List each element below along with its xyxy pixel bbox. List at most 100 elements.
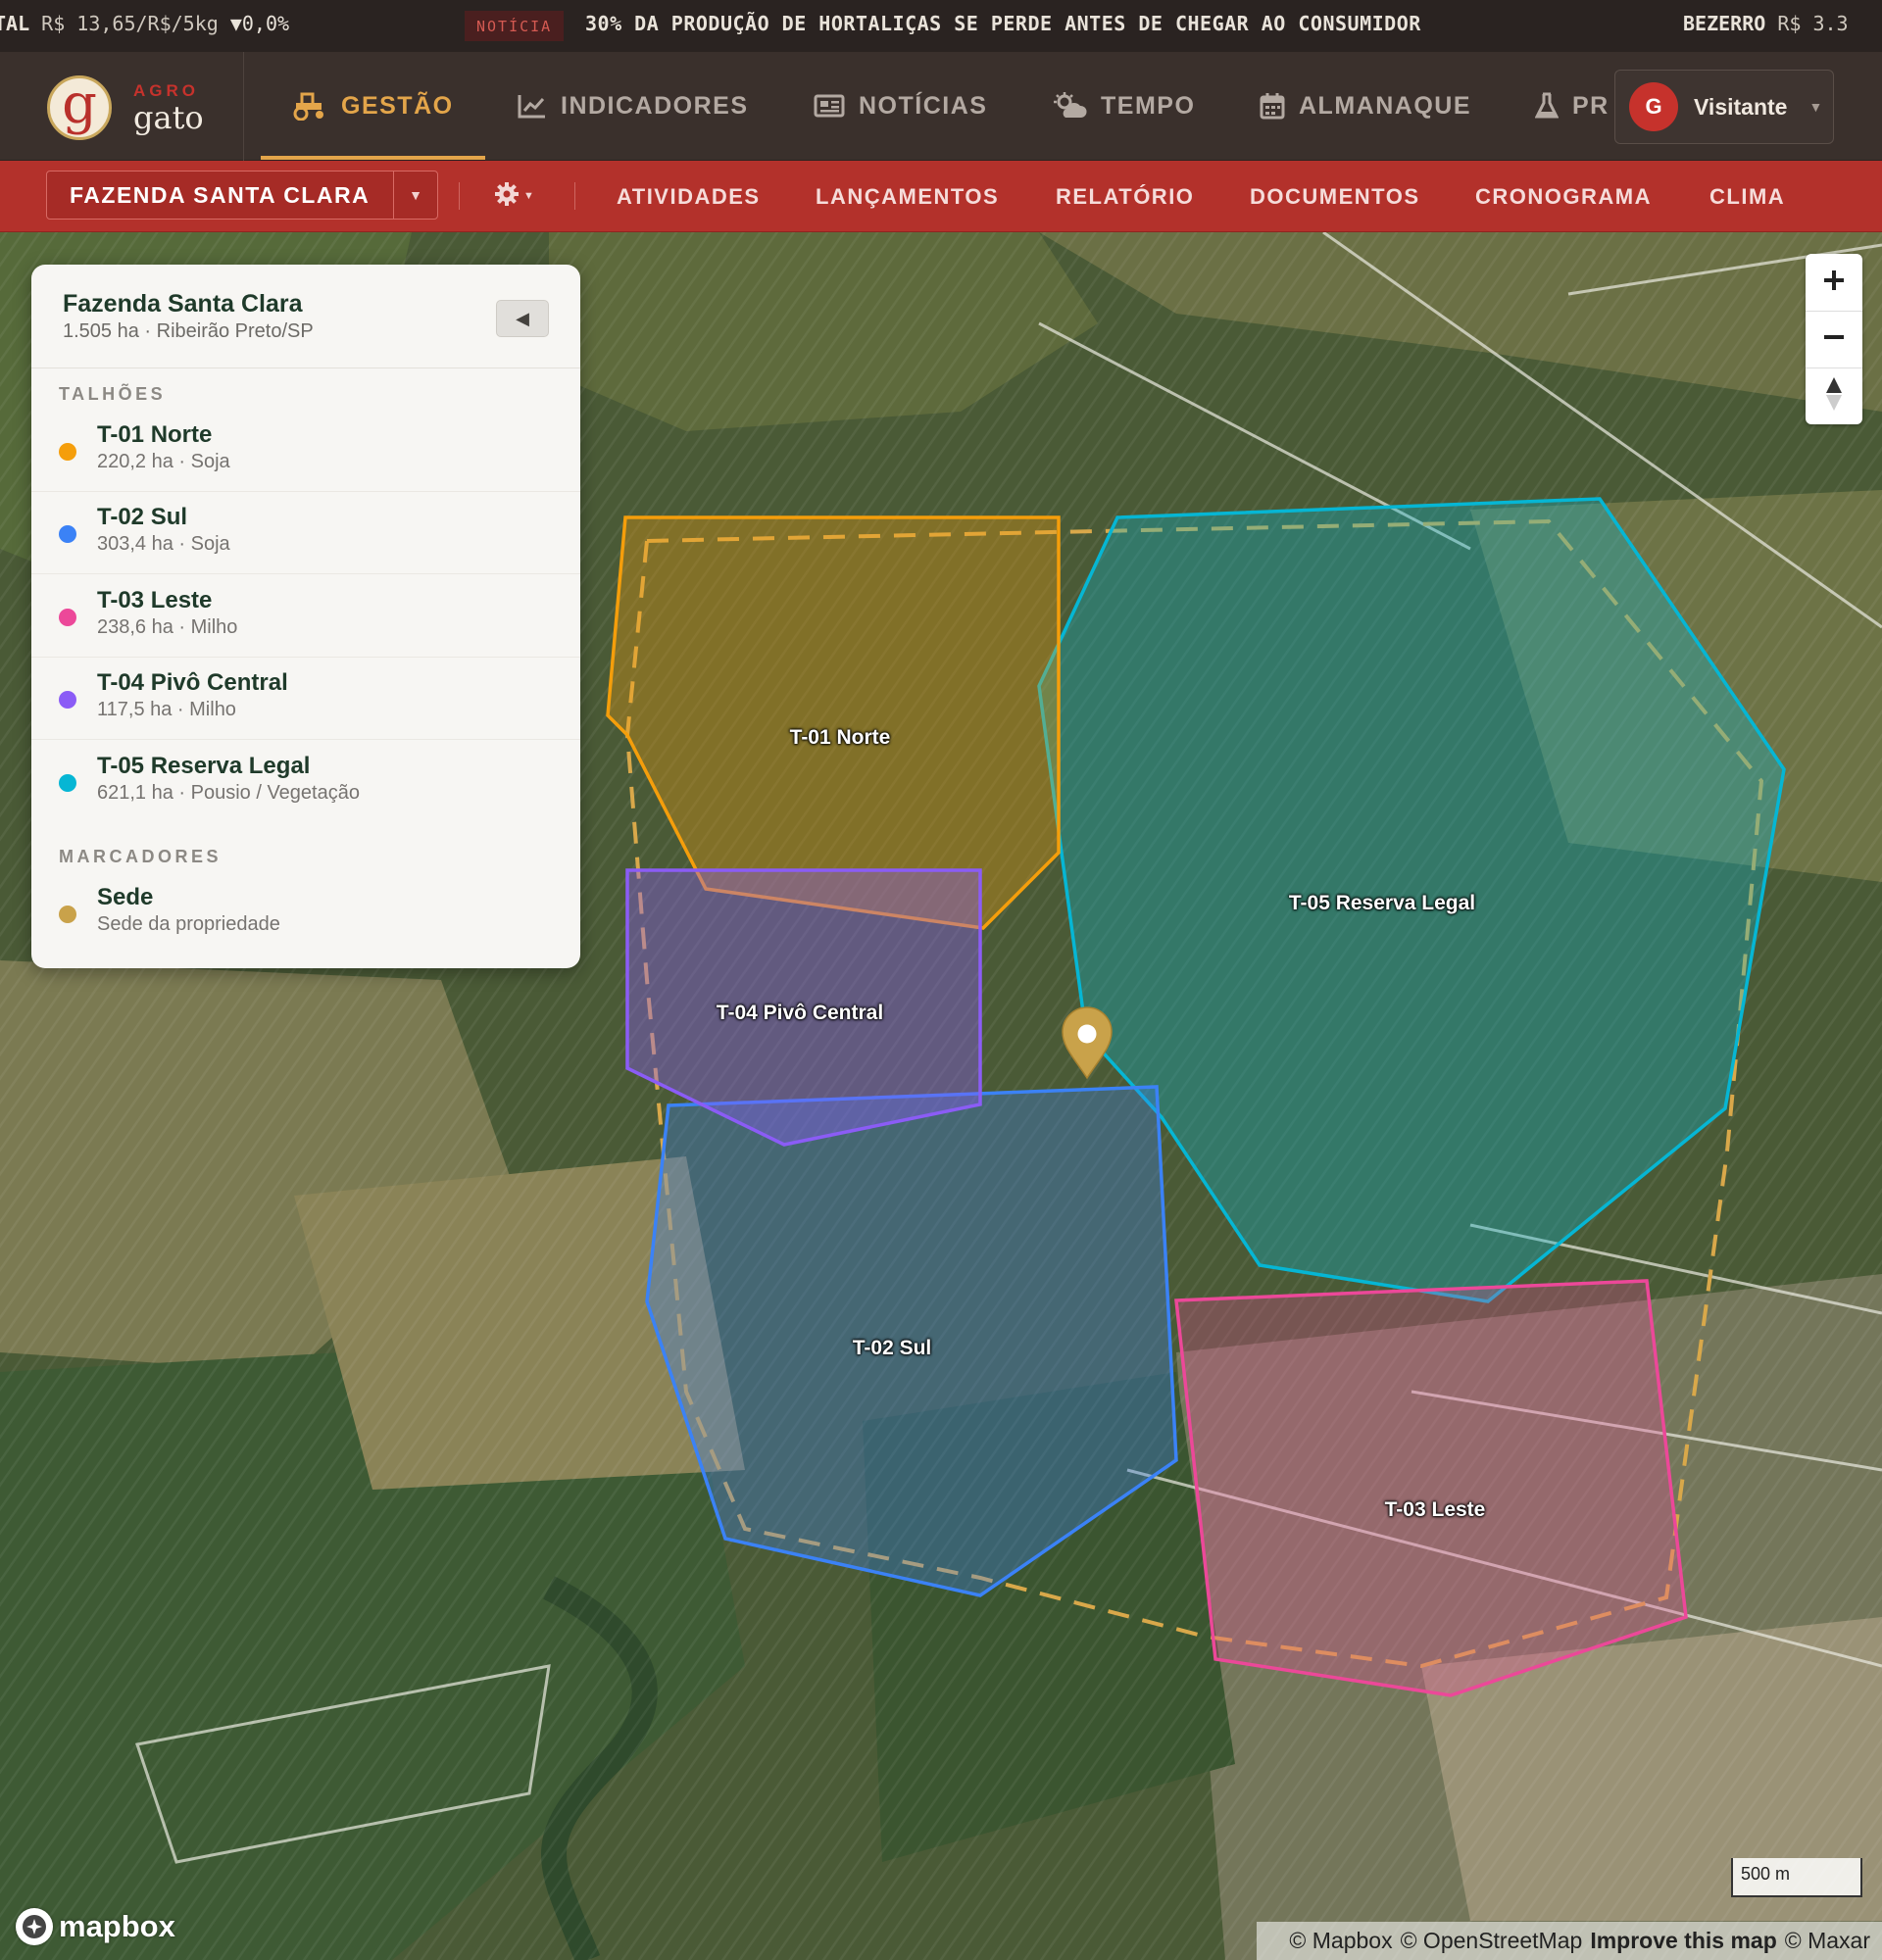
farm-select-value: FAZENDA SANTA CLARA bbox=[70, 181, 371, 208]
plot-meta: 303,4 ha · Soja bbox=[97, 533, 230, 555]
plot-list-item[interactable]: T-04 Pivô Central 117,5 ha · Milho bbox=[31, 658, 580, 740]
farm-select[interactable]: FAZENDA SANTA CLARA ▼ bbox=[46, 171, 438, 220]
ticker-left-delta: ▼0,0% bbox=[229, 12, 290, 35]
marker-color-dot bbox=[59, 906, 76, 923]
subnav-documentos[interactable]: DOCUMENTOS bbox=[1250, 161, 1420, 232]
marker-list-item[interactable]: Sede Sede da propriedade bbox=[31, 872, 580, 955]
plot-name: T-05 Reserva Legal bbox=[97, 753, 311, 779]
subnav-relatorio[interactable]: RELATÓRIO bbox=[1056, 161, 1194, 232]
plot-list-item[interactable]: T-05 Reserva Legal 621,1 ha · Pousio / V… bbox=[31, 741, 580, 823]
zoom-in-button[interactable] bbox=[1806, 254, 1862, 311]
plot-color-dot bbox=[59, 609, 76, 626]
map-attribution: © Mapbox © OpenStreetMap Improve this ma… bbox=[1257, 1922, 1882, 1960]
nav-pr[interactable]: PR bbox=[1535, 52, 1610, 160]
zoom-out-button[interactable] bbox=[1806, 311, 1862, 368]
mapbox-logo-text: mapbox bbox=[59, 1909, 175, 1943]
chevron-down-icon: ▼ bbox=[1808, 99, 1823, 115]
attribution-mapbox-link[interactable]: © Mapbox bbox=[1289, 1928, 1392, 1954]
subnav-divider bbox=[574, 182, 575, 210]
logo-gato-text: gato bbox=[133, 99, 204, 136]
plots-section-title: TALHÕES bbox=[59, 384, 167, 404]
plot-name: T-01 Norte bbox=[97, 421, 213, 448]
plot-name: T-04 Pivô Central bbox=[97, 669, 288, 696]
plot-meta: 238,6 ha · Milho bbox=[97, 616, 238, 638]
attribution-osm-link[interactable]: © OpenStreetMap bbox=[1401, 1928, 1583, 1954]
ticker-quote-right: BEZERRO R$ 3.3 bbox=[1683, 12, 1849, 35]
reset-north-button[interactable] bbox=[1806, 368, 1862, 424]
ticker-left-price: R$ 13,65/R$/5kg bbox=[41, 12, 219, 35]
plot-meta: 117,5 ha · Milho bbox=[97, 699, 236, 720]
gear-icon bbox=[494, 181, 520, 212]
ticker-right-label: BEZERRO bbox=[1683, 12, 1766, 35]
subnav-lancamentos[interactable]: LANÇAMENTOS bbox=[816, 161, 999, 232]
subnav-cronograma[interactable]: CRONOGRAMA bbox=[1475, 161, 1652, 232]
logo-mark: g bbox=[47, 75, 112, 140]
mapbox-mark-icon bbox=[16, 1908, 53, 1945]
logo-agro-text: AGRO bbox=[133, 81, 199, 100]
ticker-quote-left: TAL R$ 13,65/R$/5kg ▼0,0% bbox=[0, 12, 289, 35]
newspaper-icon bbox=[814, 94, 845, 118]
markers-section-title: MARCADORES bbox=[59, 847, 223, 866]
news-headline-link[interactable]: 30% DA PRODUÇÃO DE HORTALIÇAS SE PERDE A… bbox=[585, 12, 1421, 35]
mapbox-logo[interactable]: mapbox bbox=[16, 1907, 175, 1946]
plot-polygon-t03[interactable] bbox=[1174, 1279, 1688, 1697]
plot-name: T-02 Sul bbox=[97, 504, 188, 530]
chevron-down-icon: ▼ bbox=[409, 187, 422, 203]
logo-divider bbox=[243, 52, 244, 161]
nav-tempo-label: TEMPO bbox=[1101, 91, 1196, 120]
panel-farm-meta: 1.505 ha · Ribeirão Preto/SP bbox=[63, 320, 314, 342]
news-ticker: TAL R$ 13,65/R$/5kg ▼0,0% NOTÍCIA 30% DA… bbox=[0, 0, 1882, 52]
nav-noticias-label: NOTÍCIAS bbox=[859, 91, 988, 120]
plot-meta: 621,1 ha · Pousio / Vegetação bbox=[97, 782, 360, 804]
main-navbar: g AGRO gato GESTÃO INDICADORES NOTÍCIAS … bbox=[0, 52, 1882, 161]
farm-settings-button[interactable]: ▼ bbox=[494, 178, 534, 214]
plot-color-dot bbox=[59, 443, 76, 461]
agrogato-logo[interactable]: g AGRO gato bbox=[47, 75, 223, 140]
map-zoom-controls bbox=[1806, 254, 1862, 424]
nav-gestao-label: GESTÃO bbox=[341, 91, 454, 120]
subnav-divider bbox=[459, 182, 460, 210]
nav-noticias[interactable]: NOTÍCIAS bbox=[814, 52, 987, 160]
user-avatar: G bbox=[1629, 82, 1678, 131]
news-badge: NOTÍCIA bbox=[465, 11, 565, 41]
panel-farm-name: Fazenda Santa Clara bbox=[63, 290, 303, 318]
cloud-sun-icon bbox=[1054, 92, 1087, 120]
plot-color-dot bbox=[59, 691, 76, 709]
map-scale-bar: 500 m bbox=[1731, 1858, 1862, 1897]
plot-color-dot bbox=[59, 774, 76, 792]
ticker-right-price: R$ 3.3 bbox=[1777, 12, 1849, 35]
farm-subnav: FAZENDA SANTA CLARA ▼ ▼ ATIVIDADES LANÇA… bbox=[0, 161, 1882, 232]
nav-gestao[interactable]: GESTÃO bbox=[261, 52, 485, 160]
user-name: Visitante bbox=[1694, 93, 1788, 120]
collapse-panel-button[interactable]: ◀ bbox=[496, 300, 549, 337]
marker-meta: Sede da propriedade bbox=[97, 913, 280, 935]
flask-icon bbox=[1535, 92, 1559, 120]
minus-icon bbox=[1822, 325, 1846, 354]
attribution-maxar-link[interactable]: © Maxar bbox=[1785, 1928, 1870, 1954]
subnav-clima[interactable]: CLIMA bbox=[1709, 161, 1785, 232]
compass-icon bbox=[1824, 375, 1844, 417]
nav-tempo[interactable]: TEMPO bbox=[1054, 52, 1195, 160]
nav-almanaque-label: ALMANAQUE bbox=[1299, 91, 1471, 120]
nav-almanaque[interactable]: ALMANAQUE bbox=[1260, 52, 1471, 160]
nav-pr-label: PR bbox=[1572, 91, 1610, 120]
plot-color-dot bbox=[59, 525, 76, 543]
chart-line-icon bbox=[518, 93, 547, 119]
plot-list-item[interactable]: T-02 Sul 303,4 ha · Soja bbox=[31, 492, 580, 574]
nav-indicadores[interactable]: INDICADORES bbox=[518, 52, 749, 160]
calendar-icon bbox=[1260, 92, 1285, 120]
chevron-down-icon: ▼ bbox=[523, 190, 534, 202]
plot-list-item[interactable]: T-03 Leste 238,6 ha · Milho bbox=[31, 575, 580, 658]
plot-list-item[interactable]: T-01 Norte 220,2 ha · Soja bbox=[31, 410, 580, 492]
improve-map-link[interactable]: Improve this map bbox=[1590, 1928, 1776, 1954]
marker-name: Sede bbox=[97, 884, 154, 910]
plus-icon bbox=[1822, 269, 1846, 297]
subnav-atividades[interactable]: ATIVIDADES bbox=[617, 161, 761, 232]
ticker-left-label: TAL bbox=[0, 12, 30, 35]
tractor-icon bbox=[292, 91, 327, 121]
user-menu-button[interactable]: G Visitante ▼ bbox=[1614, 70, 1834, 144]
farm-info-panel: Fazenda Santa Clara 1.505 ha · Ribeirão … bbox=[31, 265, 580, 968]
plot-name: T-03 Leste bbox=[97, 587, 213, 613]
nav-indicadores-label: INDICADORES bbox=[561, 91, 749, 120]
plot-meta: 220,2 ha · Soja bbox=[97, 451, 230, 472]
